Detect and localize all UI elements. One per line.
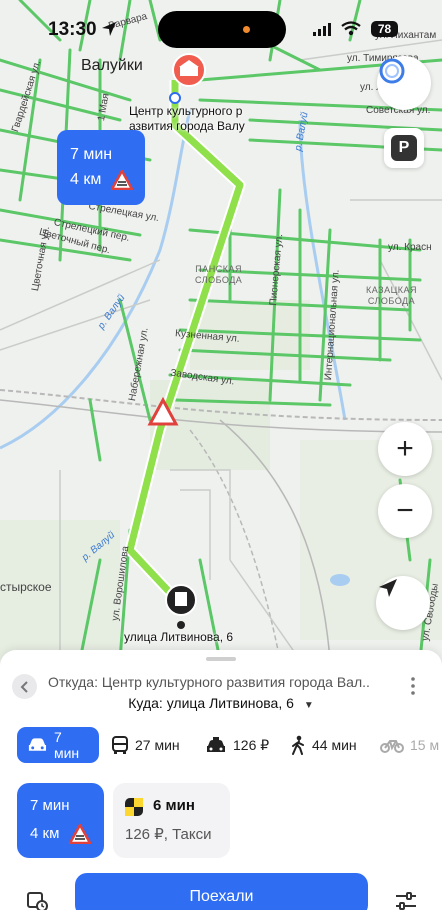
car-icon [28, 738, 47, 751]
map-label-end-poi: улица Литвинова, 6 [124, 630, 234, 644]
tab-car-label: 7 мин [53, 729, 80, 761]
cellular-signal-icon [313, 23, 331, 36]
tab-bus[interactable]: 27 мин [111, 727, 180, 763]
route-bottom-sheet[interactable]: Откуда: Центр культурного развития город… [0, 650, 442, 910]
tab-walk[interactable]: 44 мин [290, 727, 357, 763]
railway-crossing-icon [69, 824, 91, 844]
transport-mode-tabs: 7 мин 27 мин 126 ₽ 44 мин 15 м [0, 727, 442, 763]
parking-button[interactable]: P [384, 128, 424, 168]
taxi-card-price: 126 ₽, Такси [125, 826, 212, 843]
map-label-village: стырское [0, 580, 52, 594]
route-to-field[interactable]: Куда: улица Литвинова, 6 ▼ [0, 695, 442, 711]
caret-down-icon: ▼ [303, 700, 314, 711]
zoom-in-button[interactable]: + [378, 422, 432, 476]
route-bubble-time: 7 мин [70, 146, 113, 163]
map-label-street: ул. Красн [388, 242, 432, 253]
tab-walk-label: 44 мин [312, 737, 357, 753]
map-label-kazatskaya: КАЗАЦКАЯ СЛОБОДА [366, 285, 417, 306]
walk-icon [292, 735, 304, 755]
map-label-panskaya: ПАНСКАЯ СЛОБОДА [195, 264, 243, 285]
more-options-icon[interactable] [409, 676, 417, 696]
tab-car[interactable]: 7 мин [17, 727, 99, 763]
taxi-icon [207, 737, 225, 752]
status-time: 13:30 [48, 19, 97, 40]
privacy-indicator [243, 26, 250, 33]
minus-icon: − [396, 494, 414, 527]
wifi-icon [341, 21, 361, 36]
tab-bike[interactable]: 15 м [380, 727, 439, 763]
bus-icon [112, 736, 128, 754]
map-canvas [0, 0, 442, 660]
route-option-card[interactable]: 7 мин 4 км [17, 783, 104, 858]
yandex-taxi-icon [125, 798, 143, 816]
route-from-field[interactable]: Откуда: Центр культурного развития город… [48, 674, 370, 690]
plus-icon: + [396, 432, 414, 465]
route-bubble-distance: 4 км [70, 171, 102, 188]
taxi-option-card[interactable]: 6 мин 126 ₽, Такси [113, 783, 230, 858]
history-icon[interactable] [26, 890, 48, 910]
route-to-label: Куда: улица Литвинова, 6 [128, 695, 294, 711]
filters-icon[interactable] [394, 890, 418, 910]
zoom-out-button[interactable]: − [378, 484, 432, 538]
location-arrow-icon [102, 22, 116, 36]
route-card-distance: 4 км [30, 825, 60, 842]
chevron-left-icon [20, 680, 28, 693]
map-label-city: Валуйки [81, 57, 143, 74]
navigation-arrow-icon [379, 579, 397, 597]
bike-icon [380, 740, 404, 753]
route-card-time: 7 мин [30, 797, 70, 814]
tab-bike-label: 15 м [410, 737, 440, 753]
railway-crossing-icon [111, 170, 133, 190]
go-button[interactable]: Поехали [75, 873, 368, 910]
status-bar: 13:30 78 [0, 0, 442, 58]
alice-icon [379, 58, 405, 84]
taxi-card-time: 6 мин [153, 797, 195, 814]
dynamic-island [158, 11, 286, 48]
alice-voice-button[interactable] [377, 56, 431, 110]
sheet-grabber[interactable] [206, 657, 236, 661]
map-view[interactable]: Валуйки Центр культурного р азвития горо… [0, 0, 442, 660]
parking-icon: P [391, 135, 417, 161]
tab-bus-label: 27 мин [135, 737, 180, 753]
route-time-bubble[interactable]: 7 мин 4 км [57, 130, 145, 205]
battery-indicator: 78 [371, 21, 398, 37]
my-location-button[interactable] [376, 576, 430, 630]
tab-taxi-label: 126 ₽ [233, 736, 270, 753]
map-label-start-poi: Центр культурного р азвития города Валу [129, 104, 245, 133]
tab-taxi[interactable]: 126 ₽ [205, 727, 269, 763]
